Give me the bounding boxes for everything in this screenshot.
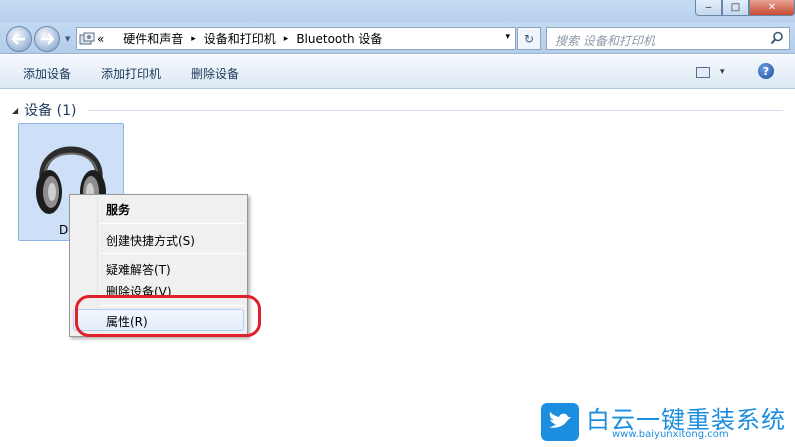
breadcrumb-bluetooth-devices[interactable]: Bluetooth 设备	[296, 30, 382, 47]
breadcrumb-hardware-sound[interactable]: 硬件和声音	[123, 30, 183, 47]
menu-separator	[100, 253, 245, 254]
group-header[interactable]: ◢ 设备 (1)	[12, 100, 76, 120]
back-arrow-icon	[12, 33, 25, 45]
refresh-icon: ↻	[523, 31, 535, 46]
recent-pages-dropdown[interactable]: ▼	[65, 35, 70, 43]
navigation-bar: ▼ « 硬件和声音 ▸ 设备和打印机 ▸ Bluetooth 设备 ▾ ↻ 搜索…	[0, 22, 795, 54]
window-titlebar: ‒ □ ✕	[0, 0, 795, 22]
breadcrumb-overflow[interactable]: «	[97, 32, 104, 46]
breadcrumb-separator-icon[interactable]: ▸	[191, 34, 196, 44]
watermark-logo: 白云一键重装系统 www.baiyunxitong.com	[538, 400, 788, 444]
close-button[interactable]: ✕	[749, 0, 795, 16]
breadcrumb: « 硬件和声音 ▸ 设备和打印机 ▸ Bluetooth 设备	[97, 30, 382, 47]
add-printer-button[interactable]: 添加打印机	[101, 65, 161, 82]
group-title: 设备 (1)	[24, 103, 77, 119]
breadcrumb-devices-printers[interactable]: 设备和打印机	[204, 30, 276, 47]
breadcrumb-separator-icon[interactable]: ▸	[284, 34, 289, 44]
menu-item-troubleshoot[interactable]: 疑难解答(T)	[106, 261, 171, 278]
search-placeholder: 搜索 设备和打印机	[555, 34, 655, 48]
back-button[interactable]	[6, 26, 32, 52]
add-device-button[interactable]: 添加设备	[23, 65, 71, 82]
minimize-button[interactable]: ‒	[695, 0, 722, 16]
forward-arrow-icon	[41, 33, 54, 45]
menu-item-services[interactable]: 服务	[106, 201, 130, 218]
help-icon[interactable]: ?	[758, 63, 774, 79]
command-bar: 添加设备 添加打印机 删除设备 ▾ ?	[0, 55, 795, 89]
search-icon[interactable]	[770, 31, 784, 45]
device-content-area: ◢ 设备 (1) Di 服务 创建快捷方式(S) 疑难解答(T) 删除设备(V)…	[0, 90, 795, 447]
menu-separator	[100, 223, 245, 224]
menu-item-create-shortcut[interactable]: 创建快捷方式(S)	[106, 232, 195, 249]
view-options-dropdown[interactable]: ▾	[720, 67, 725, 77]
control-panel-icon	[77, 28, 97, 49]
annotation-highlight-ring	[75, 295, 261, 337]
refresh-button[interactable]: ↻	[517, 27, 541, 50]
forward-button[interactable]	[34, 26, 60, 52]
remove-device-button[interactable]: 删除设备	[191, 65, 239, 82]
search-input[interactable]: 搜索 设备和打印机	[546, 27, 790, 50]
maximize-button[interactable]: □	[722, 0, 749, 16]
address-dropdown-icon[interactable]: ▾	[505, 32, 510, 42]
bird-logo-icon	[541, 403, 579, 441]
change-view-icon[interactable]	[696, 67, 710, 78]
collapse-arrow-icon[interactable]: ◢	[12, 106, 18, 115]
watermark-url: www.baiyunxitong.com	[612, 429, 729, 440]
nav-buttons: ▼	[6, 26, 72, 52]
address-bar[interactable]: « 硬件和声音 ▸ 设备和打印机 ▸ Bluetooth 设备 ▾	[76, 27, 516, 50]
group-divider	[88, 110, 783, 111]
caption-buttons: ‒ □ ✕	[695, 0, 795, 16]
